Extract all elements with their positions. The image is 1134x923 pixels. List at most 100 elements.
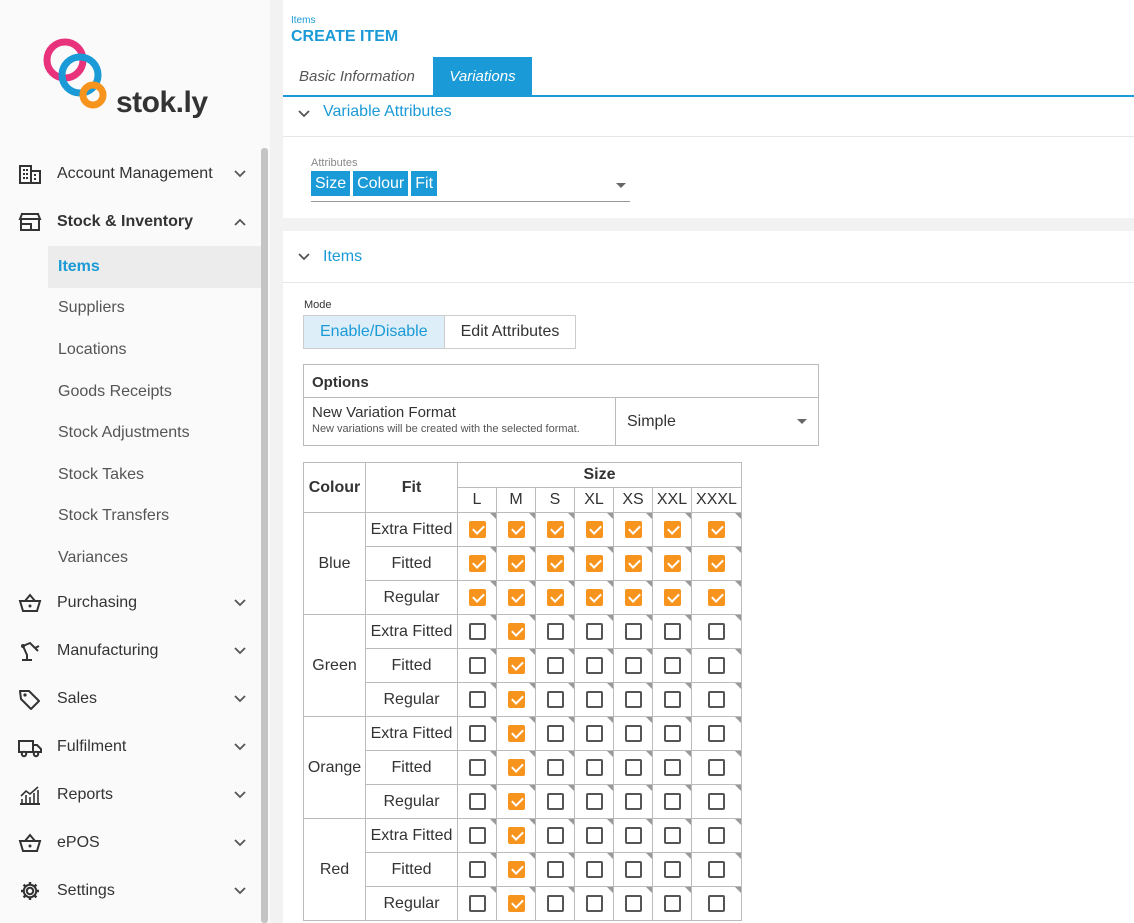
variation-checkbox[interactable] — [585, 520, 603, 538]
variation-checkbox[interactable] — [663, 894, 681, 912]
variation-checkbox[interactable] — [624, 792, 642, 810]
variation-checkbox[interactable] — [663, 622, 681, 640]
variation-checkbox[interactable] — [708, 588, 725, 606]
sidebar-scrollbar[interactable] — [261, 148, 268, 923]
variation-checkbox[interactable] — [624, 758, 642, 776]
variation-checkbox[interactable] — [507, 792, 525, 810]
variation-checkbox[interactable] — [624, 588, 642, 606]
variation-checkbox[interactable] — [546, 826, 564, 844]
variation-checkbox[interactable] — [708, 860, 725, 878]
variation-checkbox[interactable] — [546, 520, 564, 538]
attributes-chips[interactable]: Size Colour Fit — [311, 171, 438, 196]
variation-checkbox[interactable] — [624, 894, 642, 912]
variation-checkbox[interactable] — [546, 588, 564, 606]
sidebar-subitem-suppliers[interactable]: Suppliers — [0, 288, 262, 330]
variation-checkbox[interactable] — [507, 894, 525, 912]
items-header[interactable]: Items — [283, 231, 1134, 283]
variation-checkbox[interactable] — [708, 894, 725, 912]
variation-checkbox[interactable] — [663, 758, 681, 776]
variation-checkbox[interactable] — [663, 860, 681, 878]
sidebar-subitem-goods-receipts[interactable]: Goods Receipts — [0, 371, 262, 413]
variation-checkbox[interactable] — [624, 656, 642, 674]
variation-checkbox[interactable] — [546, 894, 564, 912]
variation-checkbox[interactable] — [507, 724, 525, 742]
sidebar-item-purchasing[interactable]: Purchasing — [0, 579, 262, 627]
variation-checkbox[interactable] — [663, 792, 681, 810]
variation-checkbox[interactable] — [585, 690, 603, 708]
variation-checkbox[interactable] — [663, 520, 681, 538]
variation-checkbox[interactable] — [585, 588, 603, 606]
sidebar-item-epos[interactable]: ePOS — [0, 819, 262, 867]
variation-checkbox[interactable] — [546, 622, 564, 640]
variation-checkbox[interactable] — [468, 792, 486, 810]
variation-checkbox[interactable] — [585, 758, 603, 776]
sidebar-subitem-stock-adjustments[interactable]: Stock Adjustments — [0, 412, 262, 454]
variation-checkbox[interactable] — [624, 860, 642, 878]
sidebar-subitem-stock-transfers[interactable]: Stock Transfers — [0, 496, 262, 538]
variation-checkbox[interactable] — [708, 554, 725, 572]
variation-checkbox[interactable] — [546, 724, 564, 742]
variation-checkbox[interactable] — [546, 860, 564, 878]
variation-checkbox[interactable] — [708, 520, 725, 538]
variation-checkbox[interactable] — [624, 690, 642, 708]
variation-checkbox[interactable] — [468, 588, 486, 606]
variation-checkbox[interactable] — [624, 724, 642, 742]
sidebar-subitem-variances[interactable]: Variances — [0, 537, 262, 579]
sidebar-item-stock-inventory[interactable]: Stock & Inventory — [0, 198, 262, 246]
variation-checkbox[interactable] — [663, 554, 681, 572]
variation-checkbox[interactable] — [708, 656, 725, 674]
variation-checkbox[interactable] — [468, 826, 486, 844]
attribute-chip[interactable]: Fit — [411, 171, 438, 196]
variation-checkbox[interactable] — [708, 724, 725, 742]
variation-checkbox[interactable] — [468, 894, 486, 912]
sidebar-subitem-stock-takes[interactable]: Stock Takes — [0, 454, 262, 496]
variation-checkbox[interactable] — [624, 554, 642, 572]
sidebar-subitem-locations[interactable]: Locations — [0, 329, 262, 371]
variation-checkbox[interactable] — [546, 656, 564, 674]
sidebar-subitem-items[interactable]: Items — [48, 246, 262, 288]
variation-checkbox[interactable] — [585, 656, 603, 674]
variation-checkbox[interactable] — [546, 758, 564, 776]
variation-checkbox[interactable] — [708, 826, 725, 844]
variation-checkbox[interactable] — [468, 724, 486, 742]
variation-checkbox[interactable] — [507, 860, 525, 878]
variation-checkbox[interactable] — [708, 690, 725, 708]
variation-checkbox[interactable] — [663, 588, 681, 606]
attribute-chip[interactable]: Size — [311, 171, 351, 196]
variation-checkbox[interactable] — [507, 520, 525, 538]
sidebar-item-sales[interactable]: Sales — [0, 675, 262, 723]
variable-attributes-header[interactable]: Variable Attributes — [283, 97, 1134, 137]
variation-checkbox[interactable] — [585, 792, 603, 810]
variation-checkbox[interactable] — [585, 860, 603, 878]
variation-checkbox[interactable] — [468, 520, 486, 538]
variation-checkbox[interactable] — [708, 622, 725, 640]
variation-checkbox[interactable] — [585, 826, 603, 844]
variation-checkbox[interactable] — [468, 860, 486, 878]
variation-checkbox[interactable] — [585, 894, 603, 912]
variation-checkbox[interactable] — [624, 520, 642, 538]
variation-checkbox[interactable] — [468, 622, 486, 640]
variation-checkbox[interactable] — [585, 724, 603, 742]
variation-checkbox[interactable] — [507, 690, 525, 708]
variation-checkbox[interactable] — [624, 826, 642, 844]
variation-checkbox[interactable] — [507, 554, 525, 572]
mode-edit-attributes-button[interactable]: Edit Attributes — [444, 316, 576, 348]
attribute-chip[interactable]: Colour — [353, 171, 409, 196]
sidebar-item-settings[interactable]: Settings — [0, 867, 262, 915]
variation-checkbox[interactable] — [708, 758, 725, 776]
tab-variations[interactable]: Variations — [433, 57, 532, 95]
variation-checkbox[interactable] — [663, 724, 681, 742]
sidebar-item-fulfilment[interactable]: Fulfilment — [0, 723, 262, 771]
variation-checkbox[interactable] — [585, 622, 603, 640]
sidebar-item-manufacturing[interactable]: Manufacturing — [0, 627, 262, 675]
variation-checkbox[interactable] — [708, 792, 725, 810]
variation-checkbox[interactable] — [507, 826, 525, 844]
variation-checkbox[interactable] — [507, 588, 525, 606]
variation-checkbox[interactable] — [663, 826, 681, 844]
variation-checkbox[interactable] — [663, 690, 681, 708]
dropdown-caret-icon[interactable] — [616, 183, 626, 188]
variation-checkbox[interactable] — [468, 690, 486, 708]
variation-checkbox[interactable] — [546, 792, 564, 810]
variation-checkbox[interactable] — [585, 554, 603, 572]
variation-checkbox[interactable] — [546, 554, 564, 572]
